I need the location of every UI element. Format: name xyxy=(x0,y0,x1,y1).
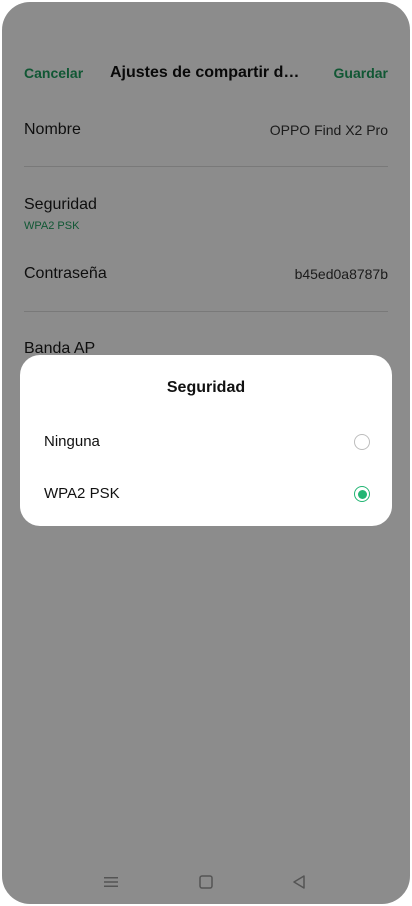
option-label: Ninguna xyxy=(44,433,100,450)
dialog-title: Seguridad xyxy=(166,379,246,396)
option-wpa2-psk[interactable]: WPA2 PSK xyxy=(20,474,392,514)
phone-screen: 10:00 Cancelar Ajustes de compartir dat…… xyxy=(2,2,410,904)
radio-checked-icon[interactable] xyxy=(354,486,370,502)
device-frame: 10:00 Cancelar Ajustes de compartir dat…… xyxy=(0,0,412,906)
option-label: WPA2 PSK xyxy=(44,485,120,502)
radio-unchecked-icon[interactable] xyxy=(354,434,370,450)
option-none[interactable]: Ninguna xyxy=(20,422,392,462)
security-dialog: Seguridad Ninguna WPA2 PSK xyxy=(20,355,392,526)
